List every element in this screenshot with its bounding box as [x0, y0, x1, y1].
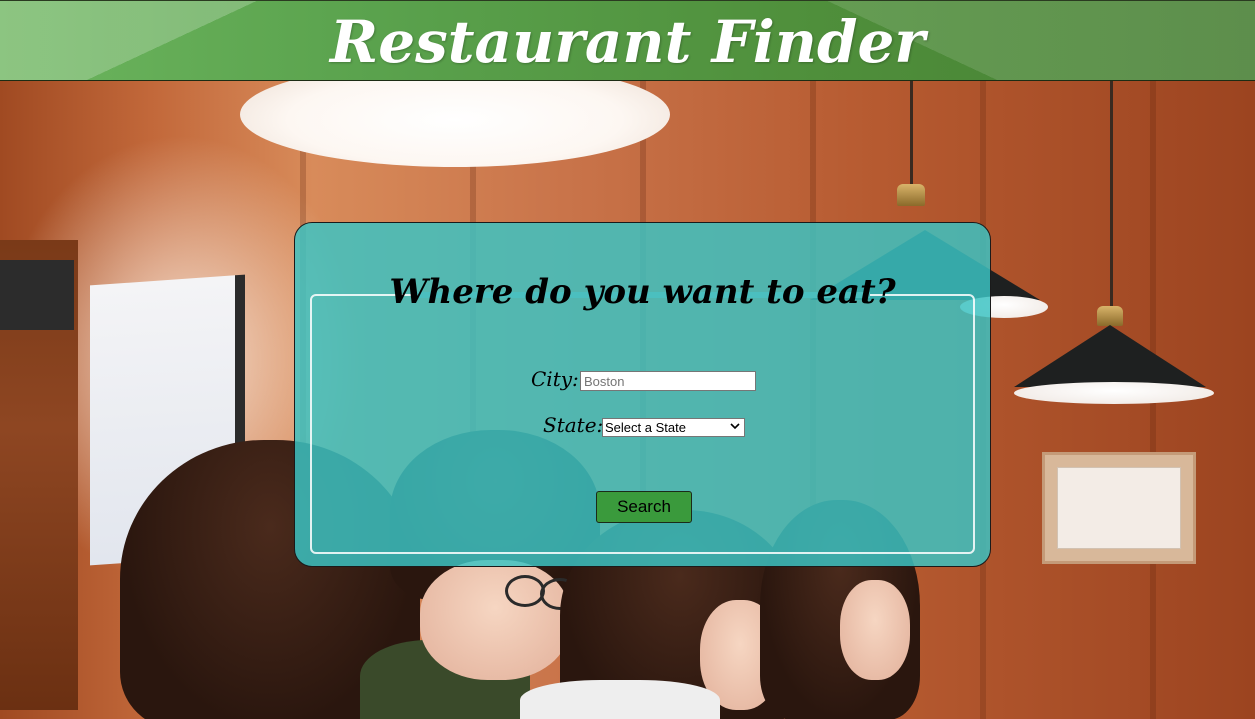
wall-frame [1042, 452, 1196, 564]
state-select[interactable]: Select a State [602, 418, 745, 437]
lamp-cord [1110, 80, 1113, 312]
panel-title-text: Where do you want to eat? [389, 272, 896, 312]
person-face [840, 580, 910, 680]
site-title: Restaurant Finder [330, 8, 925, 76]
search-panel: Where do you want to eat? City: State: S… [294, 222, 991, 567]
lamp-cord [910, 80, 913, 188]
speaker-box [0, 260, 74, 330]
shelf [0, 240, 78, 710]
panel-title: Where do you want to eat? [295, 269, 990, 315]
city-input[interactable] [580, 371, 756, 391]
search-button[interactable]: Search [596, 491, 692, 523]
lamp-cap [897, 184, 925, 206]
pendant-lamp-shade [1014, 325, 1206, 387]
person-shirt [520, 680, 720, 719]
state-label: State: [543, 413, 604, 437]
city-label: City: [531, 367, 579, 391]
person-face [420, 560, 570, 680]
lamp-cap [1097, 306, 1123, 326]
pendant-lamp-rim [1014, 382, 1214, 404]
chevron-down-icon [730, 422, 742, 433]
header-bar: Restaurant Finder [0, 0, 1255, 81]
glasses [505, 575, 545, 607]
state-select-value: Select a State [605, 420, 686, 435]
